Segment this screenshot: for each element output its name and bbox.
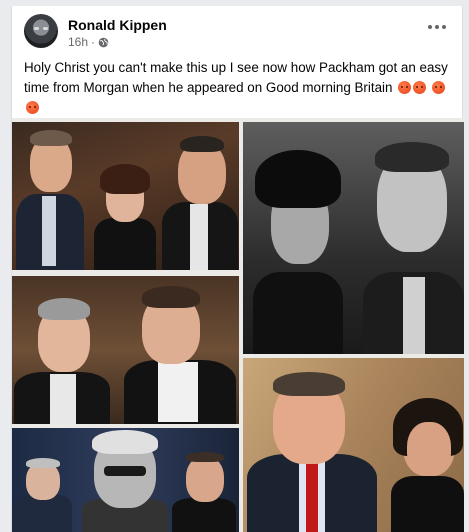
post-card: Ronald Kippen 16h · Holy Christ you can'… [11, 6, 464, 532]
photo-man-red-tie-woman[interactable] [243, 358, 464, 532]
post-message: Holy Christ you can't make this up I see… [24, 60, 448, 95]
avatar-detail [43, 27, 48, 30]
angry-face-emoji [26, 101, 39, 114]
globe-icon[interactable] [98, 37, 109, 48]
author-name[interactable]: Ronald Kippen [68, 17, 167, 33]
meta-separator: · [91, 35, 96, 49]
angry-face-emoji [431, 81, 445, 94]
photo-three-men-montage[interactable] [12, 428, 239, 532]
avatar-detail [34, 27, 39, 30]
photo-black-white-two-men[interactable] [243, 122, 464, 354]
angry-face-emoji [413, 81, 427, 94]
photo-collage[interactable] [12, 118, 464, 532]
post-header: Ronald Kippen 16h · [24, 14, 450, 50]
avatar[interactable] [24, 14, 58, 48]
photo-two-men-bowtie-library[interactable] [12, 276, 239, 424]
more-options-icon[interactable] [426, 20, 448, 34]
post-time[interactable]: 16h [68, 35, 88, 49]
angry-face-emoji [398, 81, 412, 94]
photo-group-three-people-formal[interactable] [12, 122, 239, 270]
post-text: Holy Christ you can't make this up I see… [24, 58, 454, 118]
post-meta: 16h · [68, 35, 109, 49]
